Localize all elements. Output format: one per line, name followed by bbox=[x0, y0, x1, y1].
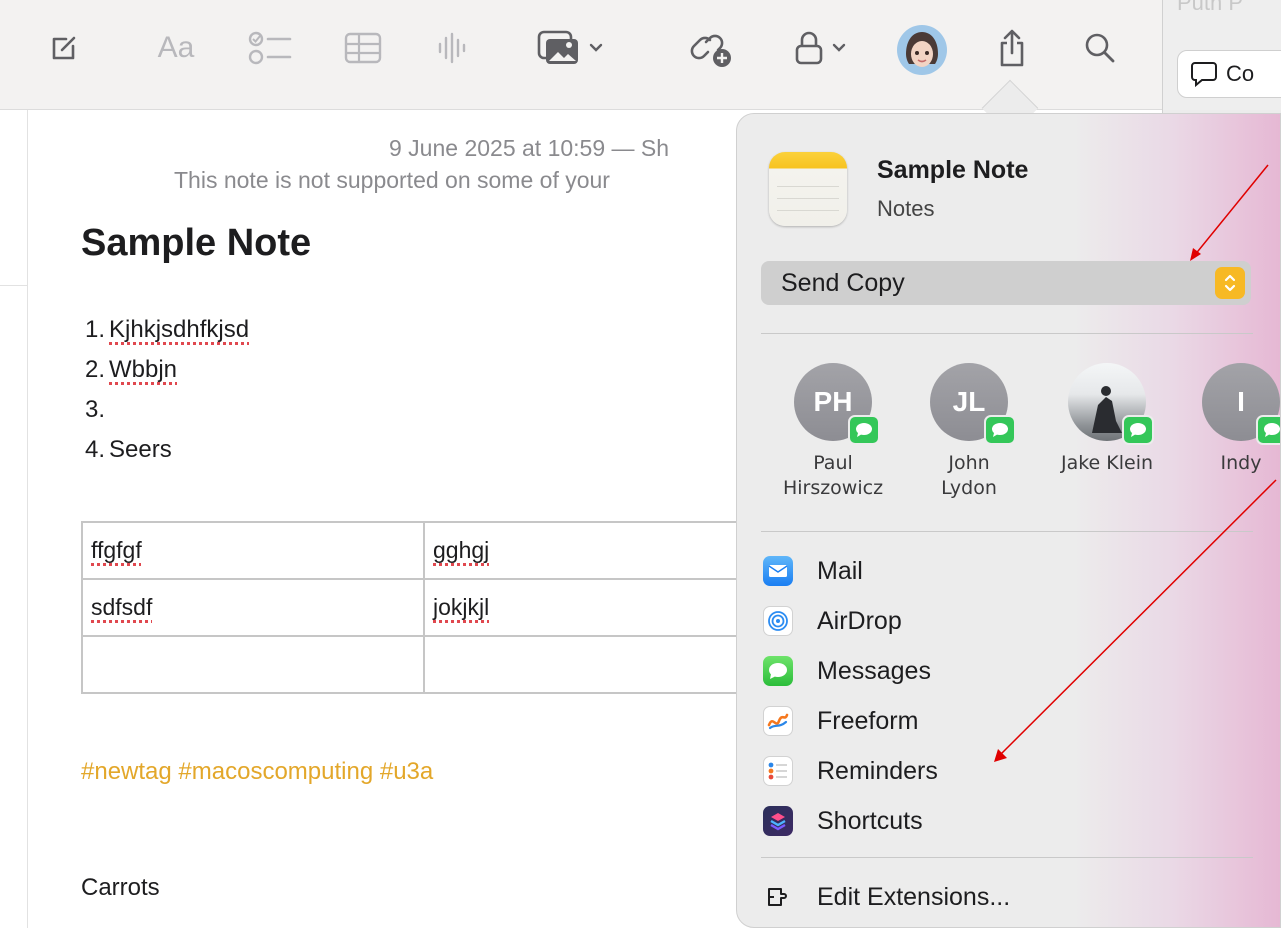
action-label: Edit Extensions... bbox=[817, 882, 1011, 911]
contact-name: John Lydon bbox=[941, 452, 997, 499]
contact-name: Jake Klein bbox=[1060, 452, 1154, 474]
sidebar-edge bbox=[0, 110, 28, 928]
action-label: Freeform bbox=[817, 706, 919, 735]
checklist-icon[interactable] bbox=[246, 28, 294, 68]
table-cell[interactable]: sdfsdf bbox=[81, 578, 425, 637]
share-contact[interactable]: Jake Klein bbox=[1037, 363, 1177, 476]
list-item[interactable]: 4. Seers bbox=[85, 430, 249, 470]
avatar bbox=[1068, 363, 1154, 445]
action-label: Shortcuts bbox=[817, 806, 923, 835]
search-icon[interactable] bbox=[1080, 28, 1120, 68]
edit-extensions-button[interactable]: Edit Extensions... bbox=[763, 877, 1010, 917]
notes-toolbar: Aa bbox=[0, 0, 1162, 110]
action-label: Mail bbox=[817, 556, 863, 585]
divider bbox=[761, 531, 1253, 532]
table-cell[interactable]: ffgfgf bbox=[81, 521, 425, 580]
extensions-icon bbox=[763, 882, 793, 912]
table-cell[interactable]: jokjkjl bbox=[423, 578, 755, 637]
numbered-list: 1. Kjhkjsdhfkjsd 2. Wbbjn 3. 4. Seers bbox=[85, 310, 249, 470]
compatibility-warning: This note is not supported on some of yo… bbox=[174, 167, 610, 193]
share-action-freeform[interactable]: Freeform bbox=[763, 701, 918, 741]
note-date: 9 June 2025 at 10:59 — Sh bbox=[389, 135, 670, 161]
messages-badge-icon bbox=[1122, 415, 1154, 445]
freeform-icon bbox=[763, 706, 793, 736]
divider bbox=[761, 333, 1253, 334]
adjacent-window-title: Putn P bbox=[1177, 0, 1244, 15]
share-item-title: Sample Note bbox=[877, 156, 1029, 184]
share-action-messages[interactable]: Messages bbox=[763, 651, 931, 691]
action-label: Reminders bbox=[817, 756, 938, 785]
reminders-icon bbox=[763, 756, 793, 786]
share-icon[interactable] bbox=[992, 28, 1032, 68]
share-contact[interactable]: I Indy bbox=[1171, 363, 1280, 476]
avatar: PH bbox=[794, 363, 880, 445]
messages-icon bbox=[763, 656, 793, 686]
messages-badge-icon bbox=[1256, 415, 1280, 445]
action-label: Messages bbox=[817, 656, 931, 685]
send-mode-select[interactable]: Send Copy bbox=[761, 261, 1251, 305]
note-tags[interactable]: #newtag #macoscomputing #u3a bbox=[81, 758, 433, 786]
up-down-chevron-icon bbox=[1215, 267, 1245, 299]
avatar: I bbox=[1202, 363, 1280, 445]
table-cell[interactable] bbox=[423, 635, 755, 694]
contact-name: Indy bbox=[1220, 452, 1262, 474]
table-row: sdfsdf jokjkjl bbox=[81, 578, 755, 637]
mail-icon bbox=[763, 556, 793, 586]
airdrop-icon bbox=[763, 606, 793, 636]
note-title[interactable]: Sample Note bbox=[81, 222, 311, 265]
table-cell[interactable]: gghgj bbox=[423, 521, 755, 580]
share-action-mail[interactable]: Mail bbox=[763, 551, 863, 591]
table-row: ffgfgf gghgj bbox=[81, 521, 755, 580]
share-sheet: Sample Note Notes Send Copy PH Paul Hirsz… bbox=[736, 113, 1281, 928]
table-cell[interactable] bbox=[81, 635, 425, 694]
divider bbox=[761, 857, 1253, 858]
table-row bbox=[81, 635, 755, 694]
media-icon[interactable] bbox=[530, 28, 610, 68]
list-item[interactable]: 1. Kjhkjsdhfkjsd bbox=[85, 310, 249, 350]
share-contact[interactable]: PH Paul Hirszowicz bbox=[763, 363, 903, 501]
note-table: ffgfgf gghgj sdfsdf jokjkjl bbox=[81, 521, 755, 694]
notes-app-icon bbox=[769, 152, 847, 226]
collaborate-icon[interactable] bbox=[688, 28, 736, 68]
table-icon[interactable] bbox=[342, 28, 384, 68]
share-action-reminders[interactable]: Reminders bbox=[763, 751, 938, 791]
compose-icon[interactable] bbox=[44, 28, 84, 68]
contact-name: Paul Hirszowicz bbox=[782, 452, 884, 499]
messages-badge-icon bbox=[984, 415, 1016, 445]
speech-bubble-icon bbox=[1191, 62, 1217, 87]
share-contact[interactable]: JL John Lydon bbox=[899, 363, 1039, 501]
comment-button-label: Co bbox=[1226, 61, 1255, 86]
chevron-down-icon bbox=[589, 43, 603, 52]
share-action-shortcuts[interactable]: Shortcuts bbox=[763, 801, 923, 841]
audio-icon[interactable] bbox=[432, 28, 472, 68]
comment-button[interactable]: Co bbox=[1177, 50, 1281, 98]
note-text-line: Carrots bbox=[81, 874, 160, 901]
avatar: JL bbox=[930, 363, 1016, 445]
avatar-icon[interactable] bbox=[896, 24, 948, 76]
action-label: AirDrop bbox=[817, 606, 902, 635]
share-action-airdrop[interactable]: AirDrop bbox=[763, 601, 902, 641]
list-item[interactable]: 2. Wbbjn bbox=[85, 350, 249, 390]
chevron-down-icon bbox=[832, 43, 846, 52]
messages-badge-icon bbox=[848, 415, 880, 445]
shortcuts-icon bbox=[763, 806, 793, 836]
list-item[interactable]: 3. bbox=[85, 390, 249, 430]
send-mode-value: Send Copy bbox=[781, 268, 905, 297]
lock-icon[interactable] bbox=[784, 28, 856, 68]
format-text-icon[interactable]: Aa bbox=[150, 28, 202, 68]
share-item-subtitle: Notes bbox=[877, 196, 935, 221]
